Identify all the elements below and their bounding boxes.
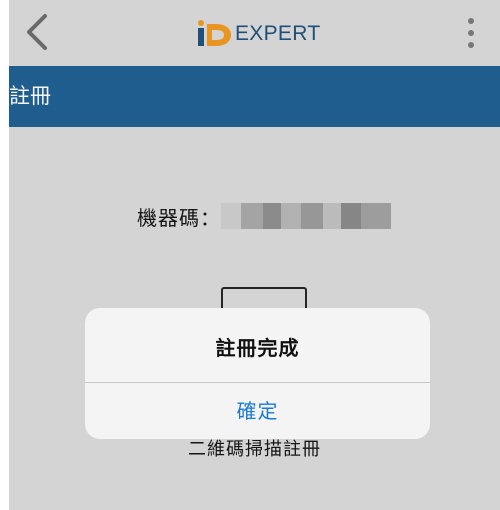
confirm-button[interactable]: 確定: [85, 383, 430, 439]
dialog-title: 註冊完成: [215, 336, 300, 360]
registration-complete-dialog: 註冊完成 確定: [85, 308, 430, 439]
